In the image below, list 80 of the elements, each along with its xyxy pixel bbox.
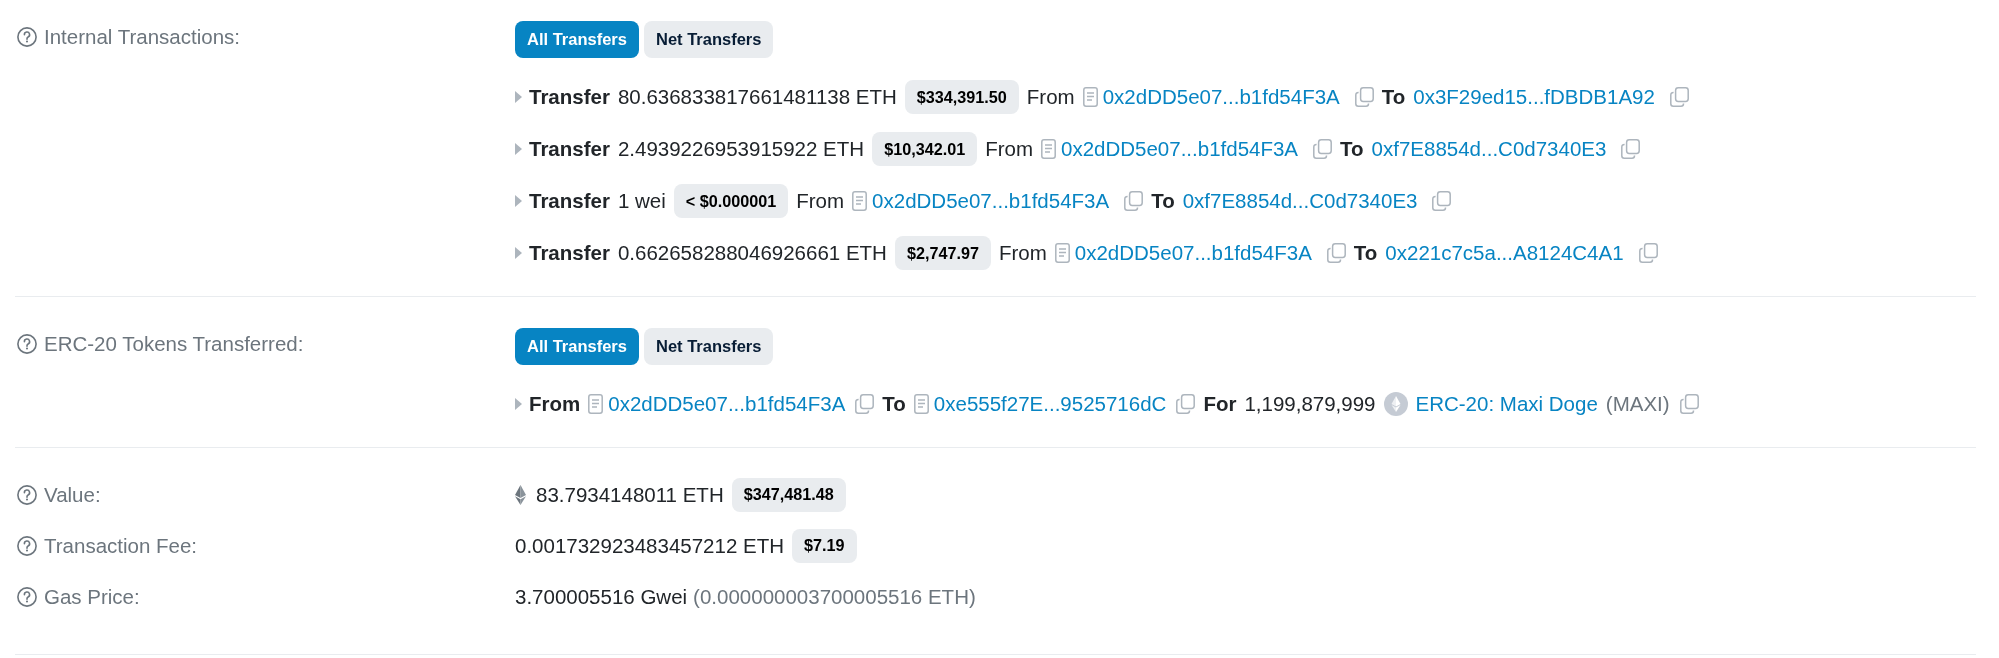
action-label: Transfer — [529, 241, 610, 265]
copy-icon[interactable] — [1679, 394, 1699, 414]
to-label: To — [1340, 137, 1364, 161]
token-symbol: (MAXI) — [1605, 392, 1670, 416]
copy-icon[interactable] — [1354, 87, 1374, 107]
copy-icon[interactable] — [1313, 139, 1333, 159]
address-link[interactable]: 0x2dDD5e07...b1fd54F3A — [1061, 137, 1299, 161]
amount-text: 2.4939226953915922 ETH — [617, 137, 865, 161]
to-label: To — [1151, 189, 1175, 213]
amount-text: 1,199,879,999 — [1244, 392, 1376, 416]
copy-icon[interactable] — [1326, 243, 1346, 263]
caret-icon[interactable] — [515, 398, 522, 410]
filter-tab[interactable]: All Transfers — [515, 328, 639, 365]
for-label: For — [1203, 392, 1237, 416]
from-label: From — [985, 137, 1033, 161]
help-icon[interactable] — [17, 535, 37, 556]
to-label: To — [1381, 85, 1406, 109]
amount-text: 0.662658288046926661 ETH — [617, 241, 887, 265]
action-label: Transfer — [529, 137, 610, 161]
field-label: Gas Price: — [44, 584, 140, 609]
usd-badge: < $0.000001 — [673, 184, 789, 218]
amount-text: 80.636833817661481138 ETH — [617, 85, 897, 109]
address-link[interactable]: 0x2dDD5e07...b1fd54F3A — [1102, 85, 1340, 109]
usd-badge: $347,481.48 — [731, 477, 846, 512]
caret-icon[interactable] — [515, 247, 522, 259]
document-icon — [913, 394, 929, 414]
copy-icon[interactable] — [1638, 243, 1658, 263]
document-icon — [1082, 87, 1098, 107]
caret-icon[interactable] — [515, 143, 522, 155]
diamond-icon — [515, 484, 526, 505]
address-link[interactable]: 0x221c7c5a...A8124C4A1 — [1385, 241, 1624, 265]
filter-tab[interactable]: Net Transfers — [643, 328, 774, 365]
usd-badge: $10,342.01 — [872, 132, 978, 166]
help-icon[interactable] — [17, 484, 37, 505]
usd-badge: $7.19 — [792, 528, 857, 563]
to-label: To — [882, 392, 906, 416]
address-link[interactable]: 0xf7E8854d...C0d7340E3 — [1371, 137, 1607, 161]
from-label: From — [796, 189, 845, 213]
copy-icon[interactable] — [1621, 139, 1641, 159]
amount-text: 83.7934148011 ETH — [536, 482, 724, 507]
amount-text: 1 wei — [617, 189, 666, 213]
copy-icon[interactable] — [1124, 191, 1144, 211]
address-link[interactable]: 0x3F29ed15...fDBDB1A92 — [1413, 85, 1655, 109]
field-label: ERC-20 Tokens Transferred: — [44, 332, 304, 356]
diamond-coin-icon — [1383, 392, 1408, 416]
address-link[interactable]: 0x2dDD5e07...b1fd54F3A — [608, 392, 846, 416]
amount-text: 0.001732923483457212 ETH — [515, 533, 784, 558]
document-icon — [588, 394, 604, 414]
action-label: Transfer — [529, 85, 610, 109]
document-icon — [852, 191, 868, 211]
help-icon[interactable] — [17, 27, 37, 47]
field-label: Value: — [44, 482, 101, 507]
caret-icon[interactable] — [515, 91, 522, 103]
field-label: Transaction Fee: — [44, 533, 198, 558]
copy-icon[interactable] — [855, 394, 875, 414]
help-icon[interactable] — [17, 586, 37, 607]
filter-tab[interactable]: All Transfers — [515, 21, 639, 58]
copy-icon[interactable] — [1432, 191, 1452, 211]
usd-badge: $334,391.50 — [904, 80, 1019, 114]
from-label: From — [529, 392, 581, 416]
action-label: Transfer — [529, 189, 610, 213]
copy-icon[interactable] — [1669, 87, 1689, 107]
copy-icon[interactable] — [1176, 394, 1196, 414]
address-link[interactable]: 0xe555f27E...9525716dC — [933, 392, 1167, 416]
from-label: From — [998, 241, 1047, 265]
help-icon[interactable] — [17, 334, 37, 354]
address-link[interactable]: 0x2dDD5e07...b1fd54F3A — [1074, 241, 1312, 265]
document-icon — [1041, 139, 1056, 159]
usd-badge: $2,747.97 — [894, 236, 991, 270]
caret-icon[interactable] — [515, 195, 522, 207]
filter-tab[interactable]: Net Transfers — [643, 21, 774, 58]
amount-text: 3.700005516 Gwei — [515, 584, 688, 609]
field-label: Internal Transactions: — [44, 25, 240, 49]
token-link[interactable]: ERC-20: Maxi Doge — [1415, 392, 1598, 416]
address-link[interactable]: 0x2dDD5e07...b1fd54F3A — [872, 189, 1110, 213]
to-label: To — [1353, 241, 1378, 265]
from-label: From — [1026, 85, 1075, 109]
document-icon — [1054, 243, 1070, 263]
address-link[interactable]: 0xf7E8854d...C0d7340E3 — [1182, 189, 1418, 213]
amount-note: (0.000000003700005516 ETH) — [693, 584, 976, 609]
